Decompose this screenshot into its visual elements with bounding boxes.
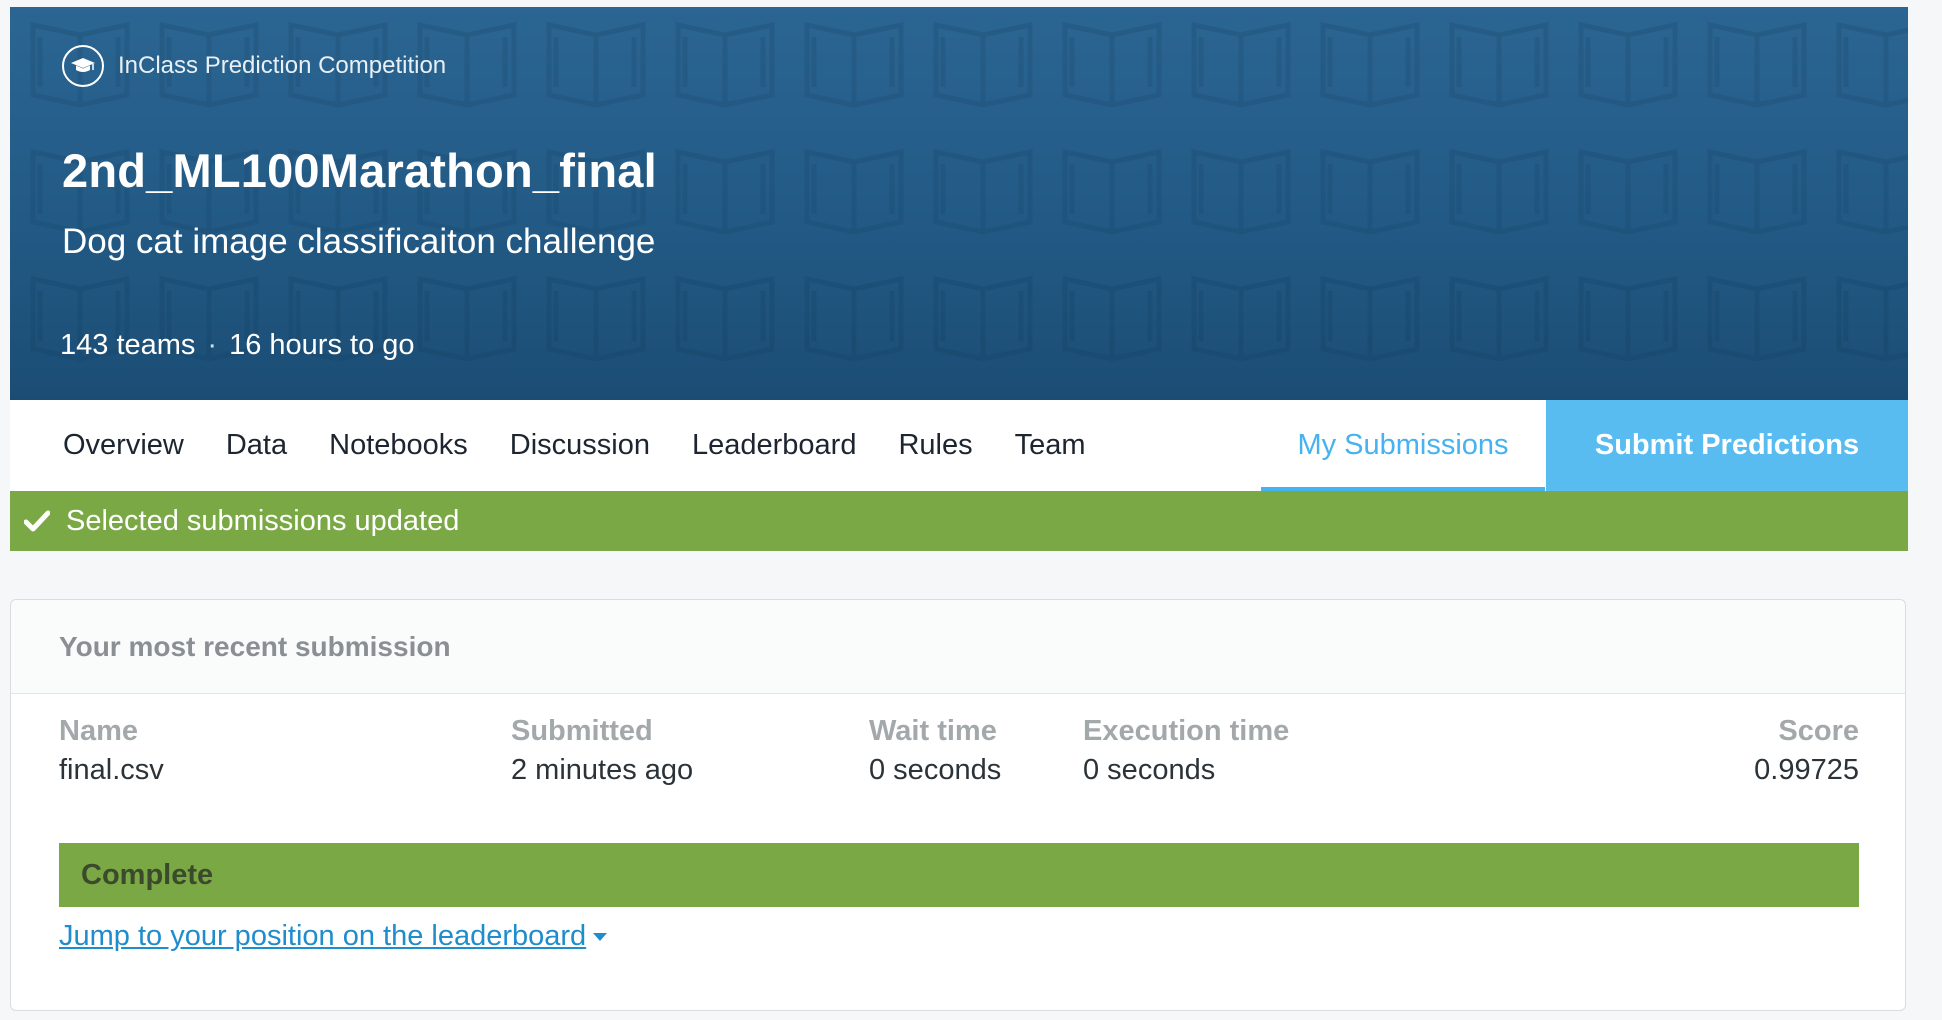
name-label: Name: [59, 715, 138, 747]
jump-to-leaderboard-link[interactable]: Jump to your position on the leaderboard: [59, 920, 608, 953]
competition-stats: 143 teams · 16 hours to go: [60, 329, 415, 362]
submitted-label: Submitted: [511, 715, 653, 747]
competition-type: InClass Prediction Competition: [62, 43, 446, 89]
tab-leaderboard[interactable]: Leaderboard: [692, 429, 856, 462]
success-flash-message: Selected submissions updated: [10, 491, 1908, 551]
tab-my-submissions[interactable]: My Submissions: [1261, 400, 1545, 491]
file-name: final.csv: [59, 754, 164, 786]
competition-subtitle: Dog cat image classificaiton challenge: [62, 222, 656, 261]
graduation-cap-icon: [62, 45, 104, 87]
card-heading: Your most recent submission: [11, 600, 1905, 694]
column-score: Score 0.99725: [1754, 712, 1859, 790]
score-value: 0.99725: [1754, 754, 1859, 786]
recent-submission-card: Your most recent submission Name final.c…: [10, 599, 1906, 1011]
submitted-value: 2 minutes ago: [511, 754, 694, 786]
time-remaining: 16 hours to go: [229, 329, 415, 361]
column-name: Name final.csv: [59, 712, 164, 790]
submit-predictions-button[interactable]: Submit Predictions: [1546, 400, 1908, 491]
flash-text: Selected submissions updated: [66, 504, 460, 537]
checkmark-icon: [24, 510, 50, 532]
stats-separator: ·: [207, 329, 218, 361]
column-execution-time: Execution time 0 seconds: [1083, 712, 1289, 790]
team-count: 143 teams: [60, 329, 196, 361]
nav-tabs: Overview Data Notebooks Discussion Leade…: [10, 400, 1086, 491]
tab-team[interactable]: Team: [1015, 429, 1086, 462]
tab-overview[interactable]: Overview: [63, 429, 184, 462]
wait-time-value: 0 seconds: [869, 754, 1002, 786]
execution-time-value: 0 seconds: [1083, 754, 1216, 786]
column-submitted: Submitted 2 minutes ago: [511, 712, 693, 790]
submission-details: Name final.csv Submitted 2 minutes ago W…: [11, 694, 1905, 804]
competition-nav: Overview Data Notebooks Discussion Leade…: [10, 400, 1908, 491]
tab-data[interactable]: Data: [226, 429, 287, 462]
column-wait-time: Wait time 0 seconds: [869, 712, 1001, 790]
tab-notebooks[interactable]: Notebooks: [329, 429, 468, 462]
status-badge: Complete: [59, 843, 1859, 907]
execution-time-label: Execution time: [1083, 715, 1290, 747]
wait-time-label: Wait time: [869, 715, 997, 747]
tab-rules[interactable]: Rules: [898, 429, 972, 462]
jump-link-label: Jump to your position on the leaderboard: [59, 920, 587, 952]
score-label: Score: [1778, 715, 1859, 747]
competition-type-label: InClass Prediction Competition: [118, 52, 447, 79]
competition-page: InClass Prediction Competition 2nd_ML100…: [10, 7, 1908, 551]
caret-down-icon: [593, 932, 608, 941]
competition-header: InClass Prediction Competition 2nd_ML100…: [10, 7, 1908, 400]
tab-discussion[interactable]: Discussion: [510, 429, 650, 462]
competition-title: 2nd_ML100Marathon_final: [62, 144, 657, 197]
